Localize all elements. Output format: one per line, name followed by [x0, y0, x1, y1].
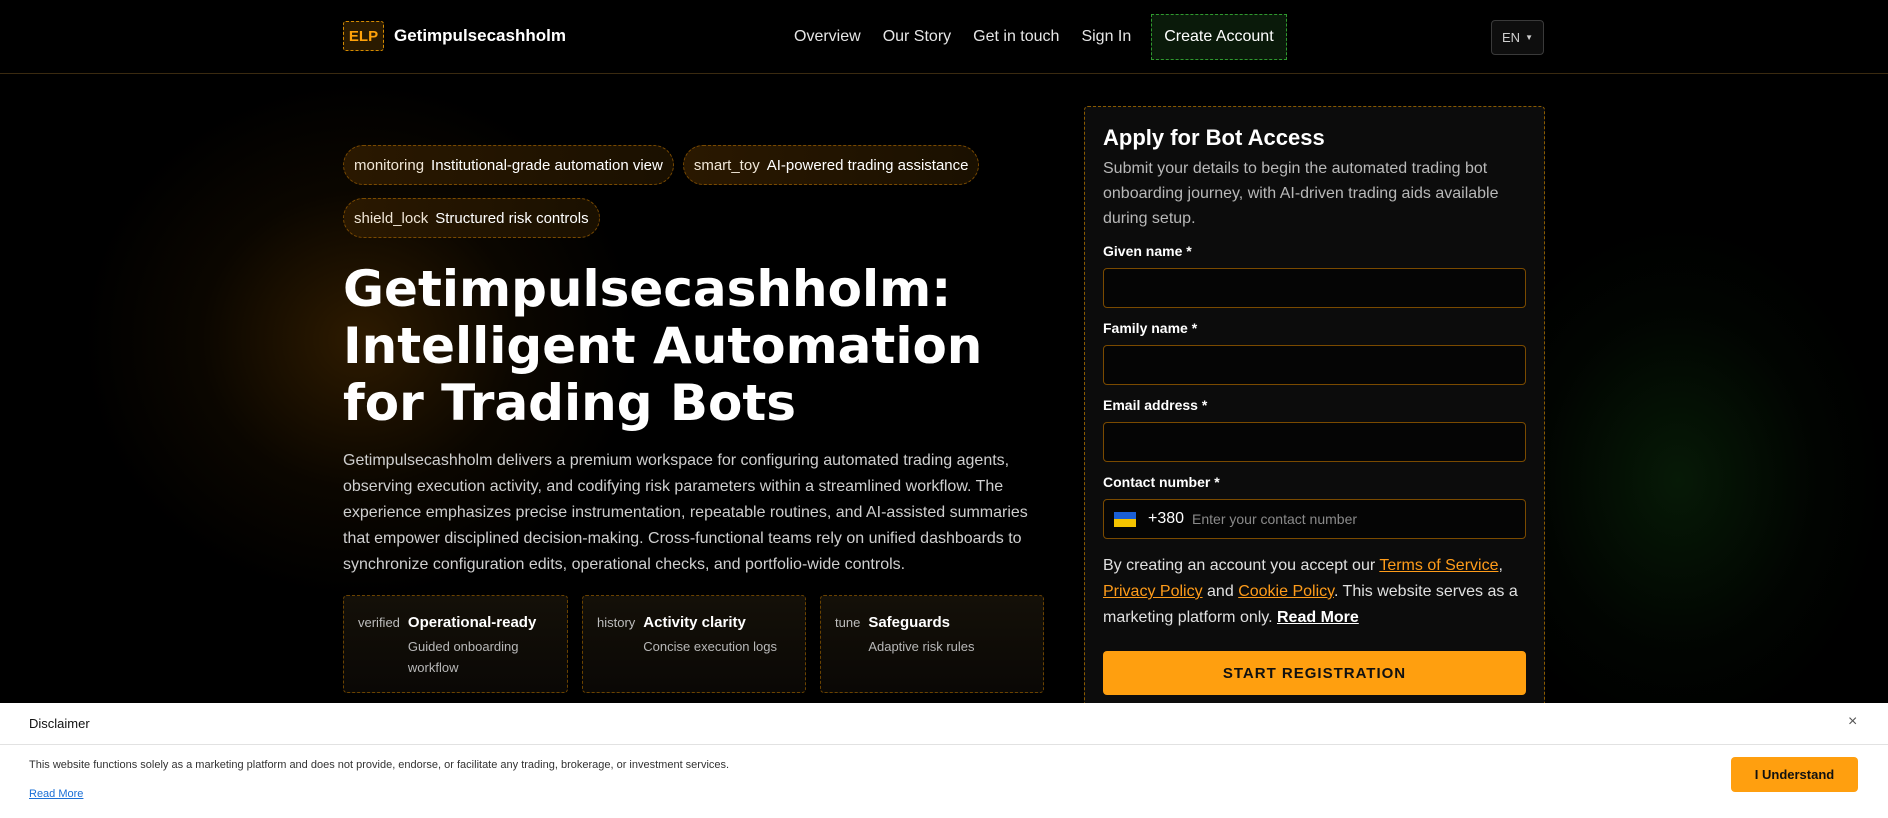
disclaimer-banner: Disclaimer × This website functions sole… — [0, 703, 1888, 818]
verified-icon: verified — [358, 615, 400, 630]
terms-of-service-link[interactable]: Terms of Service — [1379, 557, 1498, 574]
feature-title: Operational-ready — [407, 614, 537, 631]
chip-label: AI-powered trading assistance — [766, 156, 969, 174]
site-header: ELP Getimpulsecashholm Overview Our Stor… — [0, 0, 1888, 74]
terms-and: and — [1207, 583, 1234, 600]
chip-ai-assistance: smart_toy AI-powered trading assistance — [682, 145, 980, 185]
smart-toy-icon: smart_toy — [693, 156, 760, 174]
chevron-down-icon: ▼ — [1525, 33, 1533, 42]
close-icon[interactable]: × — [1848, 713, 1857, 731]
family-name-label: Family name * — [1103, 320, 1198, 336]
nav-overview[interactable]: Overview — [794, 15, 861, 59]
family-name-group: Family name * — [1103, 320, 1526, 385]
family-name-input[interactable] — [1103, 345, 1526, 385]
feature-desc: Adaptive risk rules — [868, 639, 975, 654]
feature-card-activity: history Activity clarity Concise executi… — [582, 595, 806, 693]
hero-description: Getimpulsecashholm delivers a premium wo… — [343, 452, 1028, 573]
terms-prefix: By creating an account you accept our — [1103, 557, 1376, 574]
phone-group: Contact number * +380 — [1103, 474, 1526, 539]
email-group: Email address * — [1103, 397, 1526, 462]
feature-title: Safeguards — [868, 614, 951, 631]
chip-label: Structured risk controls — [435, 209, 589, 227]
language-selector[interactable]: EN ▼ — [1491, 20, 1544, 55]
tune-icon: tune — [835, 615, 861, 630]
nav-sign-in[interactable]: Sign In — [1081, 15, 1131, 59]
chip-automation-view: monitoring Institutional-grade automatio… — [343, 145, 674, 185]
monitoring-icon: monitoring — [354, 156, 425, 174]
registration-form: Apply for Bot Access Submit your details… — [1084, 106, 1545, 710]
form-subtitle: Submit your details to begin the automat… — [1103, 160, 1499, 227]
feature-cards: verified Operational-ready Guided onboar… — [343, 595, 1044, 693]
create-account-button[interactable]: Create Account — [1151, 14, 1287, 60]
feature-card-operational: verified Operational-ready Guided onboar… — [343, 595, 568, 693]
privacy-policy-link[interactable]: Privacy Policy — [1103, 583, 1203, 600]
history-icon: history — [597, 615, 636, 630]
disclaimer-header: Disclaimer × — [0, 703, 1888, 745]
nav-get-in-touch[interactable]: Get in touch — [973, 15, 1059, 59]
nav-our-story[interactable]: Our Story — [883, 15, 951, 59]
given-name-input[interactable] — [1103, 268, 1526, 308]
chip-risk-controls: shield_lock Structured risk controls — [343, 198, 600, 238]
brand-name: Getimpulsecashholm — [394, 26, 566, 45]
feature-chips: monitoring Institutional-grade automatio… — [343, 145, 1003, 251]
disclaimer-read-more-link[interactable]: Read More — [29, 788, 83, 800]
feature-desc: Concise execution logs — [643, 639, 777, 654]
cookie-policy-link[interactable]: Cookie Policy — [1238, 583, 1334, 600]
email-input[interactable] — [1103, 422, 1526, 462]
main-nav: Overview Our Story Get in touch Sign In … — [794, 14, 1309, 60]
start-registration-button[interactable]: START REGISTRATION — [1103, 651, 1526, 695]
feature-title: Activity clarity — [643, 614, 746, 631]
phone-field: +380 — [1103, 499, 1526, 539]
disclaimer-text: This website functions solely as a marke… — [29, 759, 730, 771]
form-title: Apply for Bot Access — [1103, 125, 1325, 150]
i-understand-button[interactable]: I Understand — [1731, 757, 1858, 792]
read-more-link[interactable]: Read More — [1277, 609, 1359, 626]
ukraine-flag-icon[interactable] — [1114, 511, 1136, 527]
brand-logo[interactable]: ELP Getimpulsecashholm — [343, 21, 566, 51]
disclaimer-title: Disclaimer — [29, 716, 90, 731]
hero-title: Getimpulsecashholm: Intelligent Automati… — [343, 260, 983, 432]
phone-label: Contact number * — [1103, 474, 1220, 490]
phone-country-code: +380 — [1148, 510, 1185, 527]
feature-desc: Guided onboarding workflow — [407, 639, 519, 675]
phone-input[interactable] — [1192, 500, 1525, 538]
email-label: Email address * — [1103, 397, 1208, 413]
feature-card-safeguards: tune Safeguards Adaptive risk rules — [820, 595, 1044, 693]
chip-label: Institutional-grade automation view — [431, 156, 663, 174]
logo-mark: ELP — [343, 21, 384, 51]
terms-text: By creating an account you accept our Te… — [1103, 557, 1518, 626]
language-label: EN — [1502, 30, 1521, 45]
given-name-label: Given name * — [1103, 243, 1192, 259]
shield-lock-icon: shield_lock — [354, 209, 429, 227]
given-name-group: Given name * — [1103, 243, 1526, 308]
